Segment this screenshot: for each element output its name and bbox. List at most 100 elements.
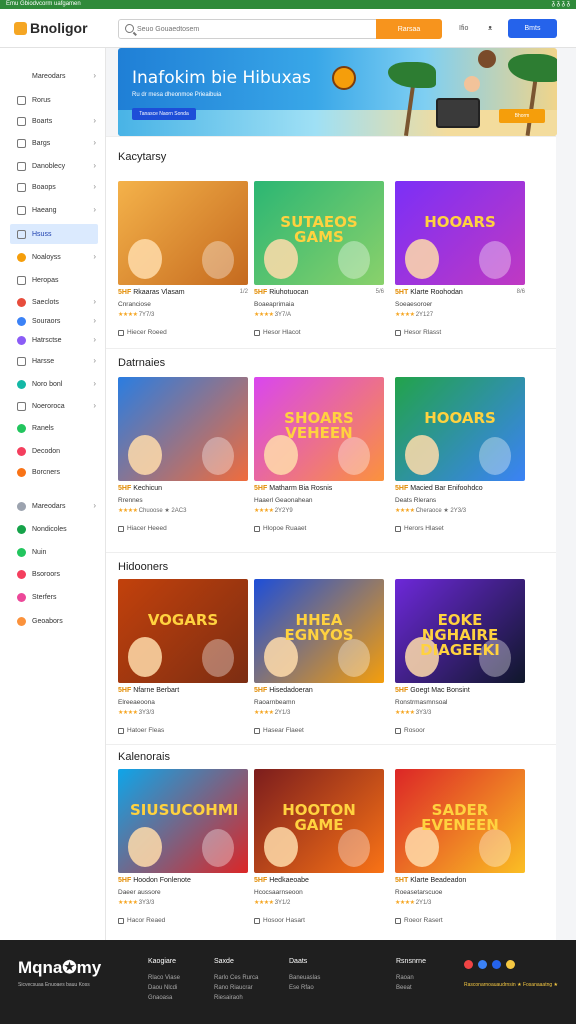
sidebar-item[interactable]: Noeroroca ›	[10, 396, 98, 416]
footer-link[interactable]: Gnaoasa	[148, 995, 180, 1001]
game-card[interactable]: HOOARS 5HT Klarte Roohodan 8/6 Soeaesoroer ★★…	[395, 181, 525, 345]
signin-button[interactable]: Bmts	[508, 19, 557, 38]
game-thumbnail[interactable]: HOOTON GAME	[254, 769, 384, 873]
game-thumbnail[interactable]: EOKE NGHAIRE DIAGEEKI	[395, 579, 525, 683]
help-link[interactable]: Ifio	[459, 25, 468, 32]
card-title[interactable]: 5HF Hisedadoeran	[254, 687, 313, 694]
game-thumbnail[interactable]: VOGARS	[118, 579, 248, 683]
footer-link[interactable]: Riesairaoh	[214, 995, 258, 1001]
game-thumbnail[interactable]: SUTAEOS GAMS	[254, 181, 384, 285]
game-thumbnail[interactable]: SIUSUCOHMI	[118, 769, 248, 873]
sidebar-item[interactable]: Boarts ›	[10, 111, 98, 131]
notification-icon[interactable]: ᴥ	[488, 25, 492, 32]
card-footer-link[interactable]: Herors Hlaset	[395, 525, 444, 532]
footer-link[interactable]: Rlaco Viase	[148, 975, 180, 981]
sidebar-item[interactable]: Ranels	[10, 418, 98, 438]
footer-column-heading: Rsnsnrne	[396, 958, 426, 965]
sidebar-item[interactable]: Bargs ›	[10, 133, 98, 153]
game-thumbnail[interactable]: HOOARS	[395, 181, 525, 285]
game-thumbnail[interactable]: SHOARS VEHEEN	[254, 377, 384, 481]
game-thumbnail[interactable]	[118, 181, 248, 285]
game-card[interactable]: 5HF Rkaaras Vlasam 1/2 Cnranciose ★★★★ 7Y7/3…	[118, 181, 248, 345]
card-title[interactable]: 5HF Hoodon Fonlenote	[118, 877, 191, 884]
hero-banner[interactable]: Inafokim bie Hibuxas Ru dr mesa dheonmoe…	[118, 48, 557, 136]
sidebar-item[interactable]: Boaops ›	[10, 177, 98, 197]
card-title[interactable]: 5HF Rkaaras Vlasam	[118, 289, 185, 296]
site-logo[interactable]: Bnoligor	[14, 20, 88, 36]
card-title[interactable]: 5HF Goegt Mac Bonsint	[395, 687, 470, 694]
card-footer-link[interactable]: Hosoor Hasart	[254, 917, 305, 924]
footer-link[interactable]: Rano Riaucrar	[214, 985, 258, 991]
search-button[interactable]: Rarsaa	[376, 19, 442, 39]
sidebar-item[interactable]: Souraors ›	[10, 311, 98, 331]
sidebar-item[interactable]: Danoblecy ›	[10, 156, 98, 176]
game-card[interactable]: EOKE NGHAIRE DIAGEEKI 5HF Goegt Mac Bonsin…	[395, 579, 525, 741]
sidebar-item[interactable]: Hsuss	[10, 224, 98, 244]
game-thumbnail[interactable]: HOOARS	[395, 377, 525, 481]
game-card[interactable]: SUTAEOS GAMS 5HF Riuhotuocan 5/6 Boaeaprimai…	[254, 181, 384, 345]
footer-link[interactable]: Rarlo Ces Rurca	[214, 975, 258, 981]
sidebar-item[interactable]: Mareodars ›	[10, 496, 98, 516]
card-title[interactable]: 5HF Hedkaeoabe	[254, 877, 309, 884]
character-art	[405, 239, 439, 279]
footer-link[interactable]: Beeat	[396, 985, 426, 991]
footer-link[interactable]: Raoan	[396, 975, 426, 981]
footer-link[interactable]: Baneuaslas	[289, 975, 320, 981]
card-footer-link[interactable]: Hatoer Fleas	[118, 727, 164, 734]
sidebar-item[interactable]: Heropas	[10, 270, 98, 290]
social-icon[interactable]	[478, 960, 487, 969]
card-title[interactable]: 5HF Macied Bar Enifoohdco	[395, 485, 483, 492]
sidebar-item[interactable]: Hatrsctse ›	[10, 330, 98, 350]
sidebar-item[interactable]: Rorus	[10, 90, 98, 110]
card-title[interactable]: 5HF Nfarne Berbart	[118, 687, 179, 694]
card-footer-link[interactable]: Hacor Reaed	[118, 917, 165, 924]
game-thumbnail[interactable]	[118, 377, 248, 481]
card-footer-link[interactable]: Hlopoe Ruaaet	[254, 525, 306, 532]
card-footer-link[interactable]: Roeor Rasert	[395, 917, 443, 924]
social-icon[interactable]	[506, 960, 515, 969]
sidebar-item[interactable]: Bsoroors	[10, 564, 98, 584]
game-card[interactable]: HHEA EGNYOS 5HF Hisedadoeran Raoarnbeamn ★★★…	[254, 579, 384, 741]
social-icon[interactable]	[492, 960, 501, 969]
sidebar-item[interactable]: Borcners	[10, 462, 98, 482]
game-card[interactable]: HOOARS 5HF Macied Bar Enifoohdco Deats Rler…	[395, 377, 525, 549]
sidebar-item[interactable]: Mareodars ›	[10, 66, 98, 86]
sidebar-item[interactable]: Nondicoles	[10, 519, 98, 539]
search-input[interactable]	[137, 22, 387, 36]
card-footer-link[interactable]: Hiacer Heeed	[118, 525, 167, 532]
sidebar-item[interactable]: Harsse ›	[10, 351, 98, 371]
footer-logo[interactable]: Mqna✪my	[18, 958, 101, 978]
game-card[interactable]: 5HF Kechicun Rrennes ★★★★ Chuoose ★ 2AC3 Hia…	[118, 377, 248, 549]
footer-link[interactable]: Ese Rfao	[289, 985, 320, 991]
card-title[interactable]: 5HF Matharm Bia Rosnis	[254, 485, 332, 492]
game-card[interactable]: SADER EVENEEN 5HT Klarte Beadeadon Roeaseta…	[395, 769, 525, 937]
card-footer-link[interactable]: Rosoor	[395, 727, 425, 734]
sidebar-item[interactable]: Saeclots ›	[10, 292, 98, 312]
sidebar-item[interactable]: Sterfers	[10, 587, 98, 607]
card-footer-link[interactable]: Hesor Hlacot	[254, 329, 301, 336]
game-card[interactable]: SIUSUCOHMI 5HF Hoodon Fonlenote Daeer ausso…	[118, 769, 248, 937]
sidebar-item[interactable]: Noro bonl ›	[10, 374, 98, 394]
sidebar-item[interactable]: Nuin	[10, 542, 98, 562]
card-title[interactable]: 5HT Klarte Roohodan	[395, 289, 463, 296]
hero-secondary-button[interactable]: Tanasce Naorn Sonda	[132, 108, 196, 120]
footer-link[interactable]: Daou Nlcdi	[148, 985, 180, 991]
card-title[interactable]: 5HT Klarte Beadeadon	[395, 877, 466, 884]
card-title[interactable]: 5HF Kechicun	[118, 485, 162, 492]
card-footer-link[interactable]: Hiecer Roeed	[118, 329, 167, 336]
game-thumbnail[interactable]: SADER EVENEEN	[395, 769, 525, 873]
card-footer-link[interactable]: Hesor Rlasst	[395, 329, 441, 336]
game-card[interactable]: HOOTON GAME 5HF Hedkaeoabe Hcocsaarnseoon ★★…	[254, 769, 384, 937]
sidebar-item[interactable]: Noaloyss ›	[10, 247, 98, 267]
card-title[interactable]: 5HF Riuhotuocan	[254, 289, 309, 296]
social-icon[interactable]	[464, 960, 473, 969]
sidebar-item[interactable]: Haeang ›	[10, 200, 98, 220]
announcement-icons[interactable]: ᵹ ᵹ ᵹ ᵹ	[552, 0, 570, 9]
game-card[interactable]: SHOARS VEHEEN 5HF Matharm Bia Rosnis Haaerl…	[254, 377, 384, 549]
game-thumbnail[interactable]: HHEA EGNYOS	[254, 579, 384, 683]
hero-cta-button[interactable]: Bhorm	[499, 109, 545, 123]
game-card[interactable]: VOGARS 5HF Nfarne Berbart Elreeaeoona ★★★★ 3…	[118, 579, 248, 741]
sidebar-item[interactable]: Geoabors	[10, 611, 98, 631]
sidebar-item[interactable]: Decodon	[10, 441, 98, 461]
card-footer-link[interactable]: Hasear Flaeet	[254, 727, 304, 734]
